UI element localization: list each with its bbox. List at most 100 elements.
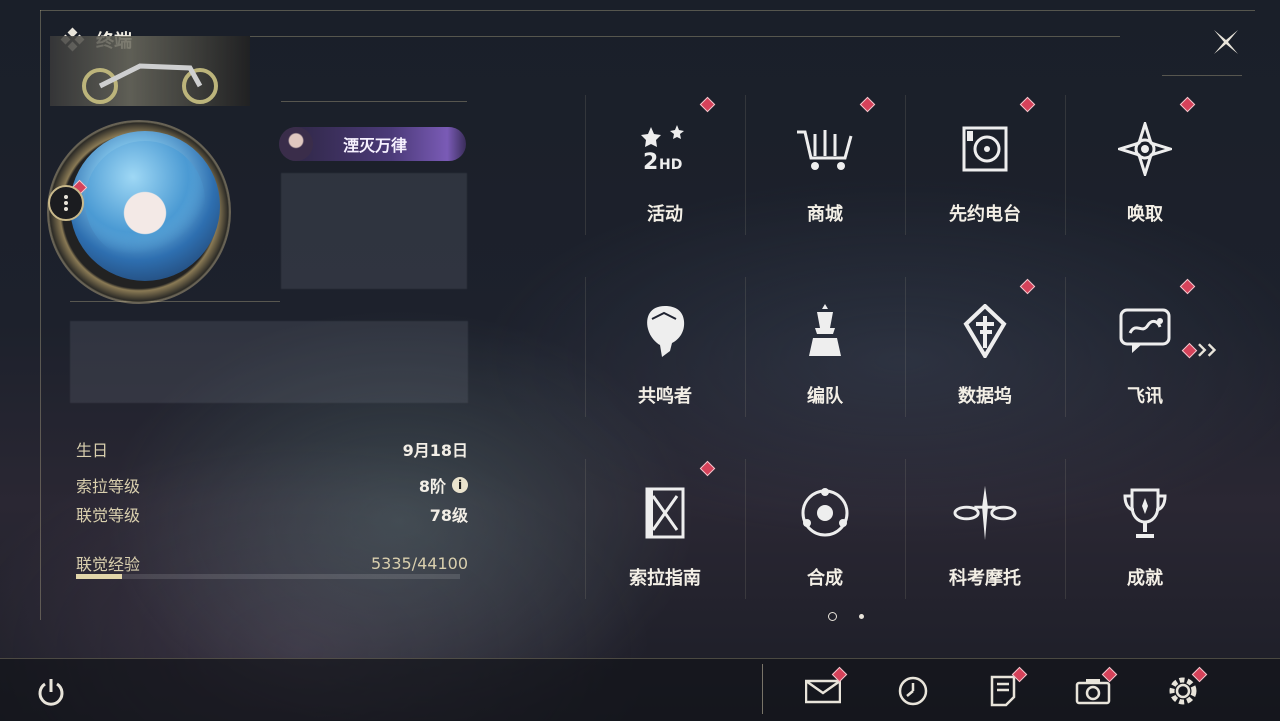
- info-row-sol-level: 索拉等级 8阶 i: [76, 473, 468, 497]
- notes-icon: [990, 675, 1016, 707]
- frame-inner-line-right: [1162, 75, 1242, 76]
- grid-item-label: 成就: [1127, 568, 1163, 589]
- blurred-name-area: [281, 173, 467, 289]
- camera-icon: [1075, 679, 1111, 705]
- grid-item-team[interactable]: 编队: [745, 277, 905, 437]
- notification-badge: [1019, 278, 1036, 295]
- title-tag-label: 湮灭万律: [343, 136, 408, 155]
- clock-icon: [898, 676, 928, 706]
- grid-item-label: 索拉指南: [629, 568, 701, 589]
- grid-item-label: 飞讯: [1127, 386, 1163, 407]
- page-dot-1[interactable]: [828, 612, 837, 621]
- grid-item-label: 商城: [807, 204, 843, 225]
- title-tag[interactable]: 湮灭万律: [279, 127, 466, 161]
- team-icon: [793, 299, 857, 363]
- message-icon: [1113, 299, 1177, 363]
- data-bank-icon: [953, 299, 1017, 363]
- frame-top-line: [40, 10, 1255, 11]
- next-page-badge: [1181, 342, 1198, 358]
- notification-badge: [859, 96, 876, 113]
- more-vertical-icon: [64, 195, 68, 211]
- event-icon: 2 HD: [633, 117, 697, 181]
- union-level-value: 78级: [429, 506, 468, 525]
- grid-separator: [905, 459, 906, 599]
- power-icon: [38, 679, 64, 706]
- grid-item-radio[interactable]: 先约电台: [905, 95, 1065, 255]
- notification-badge: [699, 460, 716, 477]
- info-row-union-level: 联觉等级 78级: [76, 502, 468, 526]
- frame-inner-line: [250, 36, 1120, 37]
- close-icon: [1214, 30, 1238, 54]
- double-chevron-right-icon: [1197, 343, 1216, 357]
- grid-item-motorcycle[interactable]: 科考摩托: [905, 459, 1065, 619]
- union-level-label: 联觉等级: [76, 506, 141, 525]
- union-exp-fill: [76, 574, 123, 579]
- achievement-icon: [1113, 481, 1177, 545]
- profile-menu-button[interactable]: [48, 185, 84, 221]
- grid-item-resonator[interactable]: 共鸣者: [585, 277, 745, 437]
- grid-item-event[interactable]: 2 HD 活动: [585, 95, 745, 255]
- notification-badge: [1179, 278, 1196, 295]
- grid-separator: [905, 95, 906, 235]
- union-exp-bar: [76, 574, 460, 579]
- grid-item-label: 唤取: [1127, 204, 1163, 225]
- camera-button[interactable]: [1073, 666, 1118, 709]
- settings-button[interactable]: [1163, 666, 1208, 709]
- grid-item-guide[interactable]: 索拉指南: [585, 459, 745, 619]
- motorcycle-banner-image: [82, 63, 218, 104]
- birthday-label: 生日: [76, 441, 109, 460]
- info-row-union-exp: 联觉经验 5335/44100: [76, 551, 468, 575]
- notification-badge: [1019, 96, 1036, 113]
- grid-separator: [745, 277, 746, 417]
- grid-separator: [1065, 277, 1066, 417]
- notes-button[interactable]: [983, 666, 1028, 709]
- union-exp-value: 5335/44100: [370, 553, 468, 573]
- grid-item-label: 共鸣者: [638, 386, 692, 407]
- svg-text:HD: HD: [659, 157, 682, 173]
- grid-separator: [905, 277, 906, 417]
- grid-separator: [745, 459, 746, 599]
- guide-icon: [633, 481, 697, 545]
- info-row-birthday: 生日 9月18日: [76, 437, 468, 461]
- grid-item-label: 数据坞: [958, 386, 1012, 407]
- grid-separator: [585, 277, 586, 417]
- grid-separator: [1065, 459, 1066, 599]
- frame-left-line: [40, 10, 41, 620]
- grid-item-label: 先约电台: [949, 204, 1021, 225]
- sol-level-label: 索拉等级: [76, 477, 141, 496]
- frame-tag-line: [281, 101, 467, 102]
- profile-banner[interactable]: [50, 36, 250, 106]
- clock-button[interactable]: [893, 673, 933, 709]
- shop-icon: [793, 117, 857, 181]
- avatar[interactable]: [70, 131, 220, 281]
- synthesis-icon: [793, 481, 857, 545]
- bottom-separator: [762, 664, 763, 714]
- grid-item-label: 编队: [807, 386, 843, 407]
- union-exp-label: 联觉经验: [76, 555, 141, 574]
- resonator-icon: [633, 299, 697, 363]
- next-page-button[interactable]: [1181, 340, 1220, 360]
- sol-level-value: 8阶 i: [419, 473, 468, 497]
- close-button[interactable]: [1210, 26, 1242, 58]
- grid-item-shop[interactable]: 商城: [745, 95, 905, 255]
- grid-item-label: 合成: [807, 568, 843, 589]
- convene-icon: [1113, 117, 1177, 181]
- page-dot-2[interactable]: [859, 614, 864, 619]
- grid-item-convene[interactable]: 唤取: [1065, 95, 1225, 255]
- grid-item-data-bank[interactable]: 数据坞: [905, 277, 1065, 437]
- info-icon[interactable]: i: [452, 477, 468, 493]
- notification-badge: [699, 96, 716, 113]
- grid-separator: [745, 95, 746, 235]
- frame-avatar-line: [70, 301, 280, 302]
- tag-portrait: [279, 127, 313, 161]
- notification-badge: [1179, 96, 1196, 113]
- radio-icon: [953, 117, 1017, 181]
- grid-item-synthesis[interactable]: 合成: [745, 459, 905, 619]
- mail-icon: [805, 679, 841, 704]
- blurred-signature-area: [70, 321, 468, 403]
- power-button[interactable]: [34, 675, 68, 709]
- mail-button[interactable]: [803, 666, 848, 709]
- grid-item-label: 活动: [647, 204, 683, 225]
- settings-icon: [1169, 677, 1197, 705]
- grid-item-achievement[interactable]: 成就: [1065, 459, 1225, 619]
